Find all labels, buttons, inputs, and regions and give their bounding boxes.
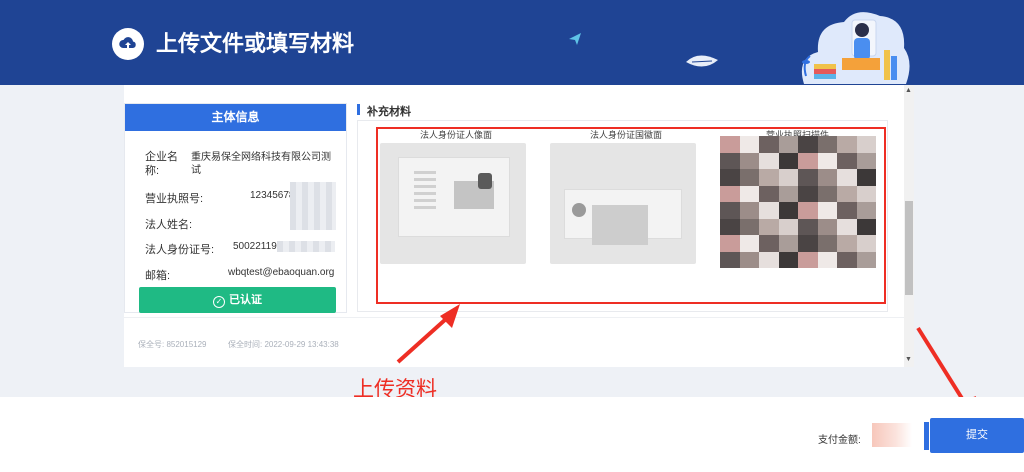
vertical-scrollbar[interactable]: ▲ ▼	[904, 85, 914, 367]
id-back-image[interactable]	[550, 143, 696, 264]
pay-amount-label: 支付金额:	[818, 435, 861, 446]
scrollbar-thumb[interactable]	[905, 201, 913, 295]
scroll-up-icon[interactable]: ▲	[905, 87, 912, 94]
company-label: 企业名称:	[145, 151, 178, 177]
meta-row	[124, 317, 904, 357]
id-front-image[interactable]	[380, 143, 526, 264]
legal-id-value: 50022119	[233, 241, 277, 252]
verified-label: 已认证	[229, 294, 262, 306]
cloud-upload-icon	[112, 28, 144, 60]
preservation-number: 保全号: 852015129	[138, 340, 207, 349]
email-value: wbqtest@ebaoquan.org	[228, 267, 335, 278]
doc-label-id-back: 法人身份证国徽面	[590, 130, 663, 140]
subject-info-title: 主体信息	[125, 104, 346, 131]
scroll-down-icon[interactable]: ▼	[905, 356, 912, 363]
paper-plane-icon	[569, 33, 581, 45]
verified-badge: ✓ 已认证	[139, 287, 336, 313]
subject-info-card: 主体信息 企业名称: 重庆易保全网络科技有限公司测试 营业执照号: 123456…	[124, 103, 347, 313]
worker-illustration	[801, 12, 910, 84]
license-redaction	[290, 182, 336, 230]
check-circle-icon: ✓	[213, 296, 225, 308]
legal-id-label: 法人身份证号:	[145, 244, 215, 256]
legal-id-redaction	[277, 241, 335, 252]
leaf-decoration	[686, 55, 718, 67]
doc-label-id-front: 法人身份证人像面	[420, 130, 493, 140]
business-license-image[interactable]	[720, 136, 876, 268]
preservation-time: 保全时间: 2022-09-29 13:43:38	[228, 340, 339, 349]
page-title: 上传文件或填写材料	[156, 31, 355, 56]
email-label: 邮箱:	[145, 270, 171, 282]
bottom-bar	[0, 397, 1024, 472]
supplement-title: 补充材料	[357, 103, 411, 119]
company-value: 重庆易保全网络科技有限公司测试	[191, 152, 331, 176]
license-label: 营业执照号:	[145, 193, 204, 205]
pay-amount-redacted	[872, 423, 912, 447]
submit-button[interactable]: 提交	[930, 418, 1024, 453]
page-header: 上传文件或填写材料	[0, 0, 1024, 85]
legal-name-label: 法人姓名:	[145, 219, 193, 231]
submit-divider	[924, 422, 929, 450]
license-value: 12345678	[250, 190, 295, 201]
